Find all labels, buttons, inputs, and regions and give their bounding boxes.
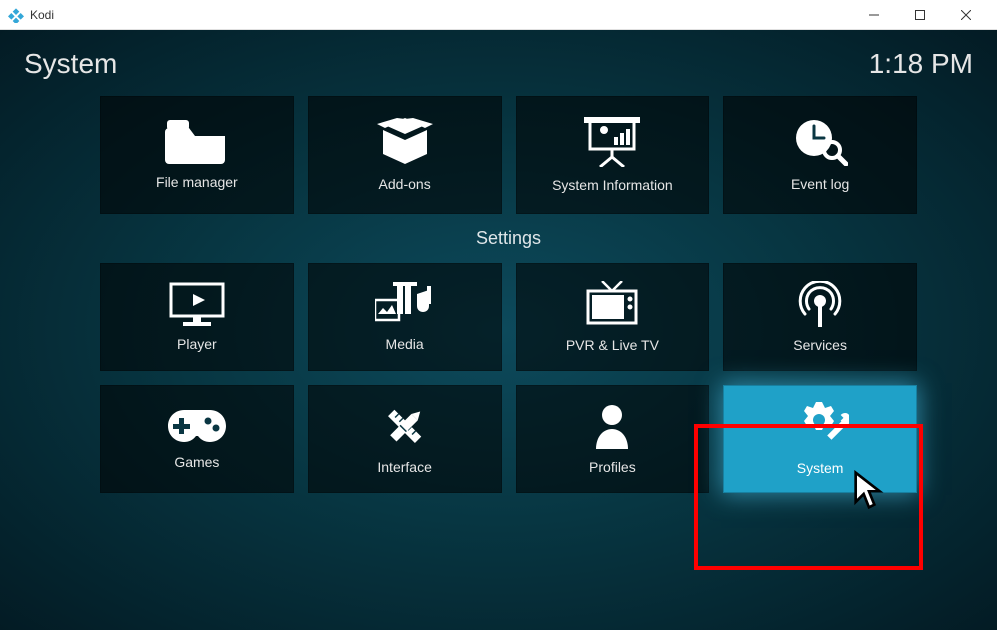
tile-games[interactable]: Games <box>100 385 294 493</box>
ruler-pencil-icon <box>380 403 430 449</box>
tile-label: Event log <box>791 176 849 192</box>
tile-addons[interactable]: Add-ons <box>308 96 502 214</box>
tile-label: System Information <box>552 177 673 193</box>
folder-icon <box>165 120 229 164</box>
box-open-icon <box>375 118 435 166</box>
tile-label: Media <box>386 336 424 352</box>
tile-profiles[interactable]: Profiles <box>516 385 710 493</box>
play-screen-icon <box>169 282 225 326</box>
person-icon <box>592 403 632 449</box>
tile-services[interactable]: Services <box>723 263 917 371</box>
settings-heading: Settings <box>100 228 917 249</box>
media-library-icon <box>375 282 435 326</box>
tile-event-log[interactable]: Event log <box>723 96 917 214</box>
minimize-button[interactable] <box>851 0 897 30</box>
tile-label: Games <box>174 454 219 470</box>
tile-label: Services <box>793 337 847 353</box>
tile-pvr[interactable]: PVR & Live TV <box>516 263 710 371</box>
kodi-logo-icon <box>8 7 24 23</box>
breadcrumb: System <box>24 48 117 80</box>
tile-system-info[interactable]: System Information <box>516 96 710 214</box>
app-viewport: System 1:18 PM File manager Add-ons Syst… <box>0 30 997 630</box>
close-button[interactable] <box>943 0 989 30</box>
clock: 1:18 PM <box>869 48 973 80</box>
tile-file-manager[interactable]: File manager <box>100 96 294 214</box>
tile-label: Player <box>177 336 217 352</box>
tile-system[interactable]: System <box>723 385 917 493</box>
window-titlebar: Kodi <box>0 0 997 30</box>
tile-player[interactable]: Player <box>100 263 294 371</box>
tv-icon <box>584 281 640 327</box>
broadcast-icon <box>795 281 845 327</box>
tile-label: System <box>797 460 844 476</box>
maximize-button[interactable] <box>897 0 943 30</box>
presentation-chart-icon <box>584 117 640 167</box>
gamepad-icon <box>166 408 228 444</box>
tile-label: Interface <box>377 459 431 475</box>
clock-search-icon <box>792 118 848 166</box>
tile-label: Add-ons <box>379 176 431 192</box>
gear-screwdriver-icon <box>791 402 849 450</box>
tile-label: PVR & Live TV <box>566 337 659 353</box>
window-title: Kodi <box>30 8 851 22</box>
tile-label: Profiles <box>589 459 636 475</box>
cursor-icon <box>852 470 886 510</box>
tile-interface[interactable]: Interface <box>308 385 502 493</box>
tile-media[interactable]: Media <box>308 263 502 371</box>
tile-label: File manager <box>156 174 238 190</box>
